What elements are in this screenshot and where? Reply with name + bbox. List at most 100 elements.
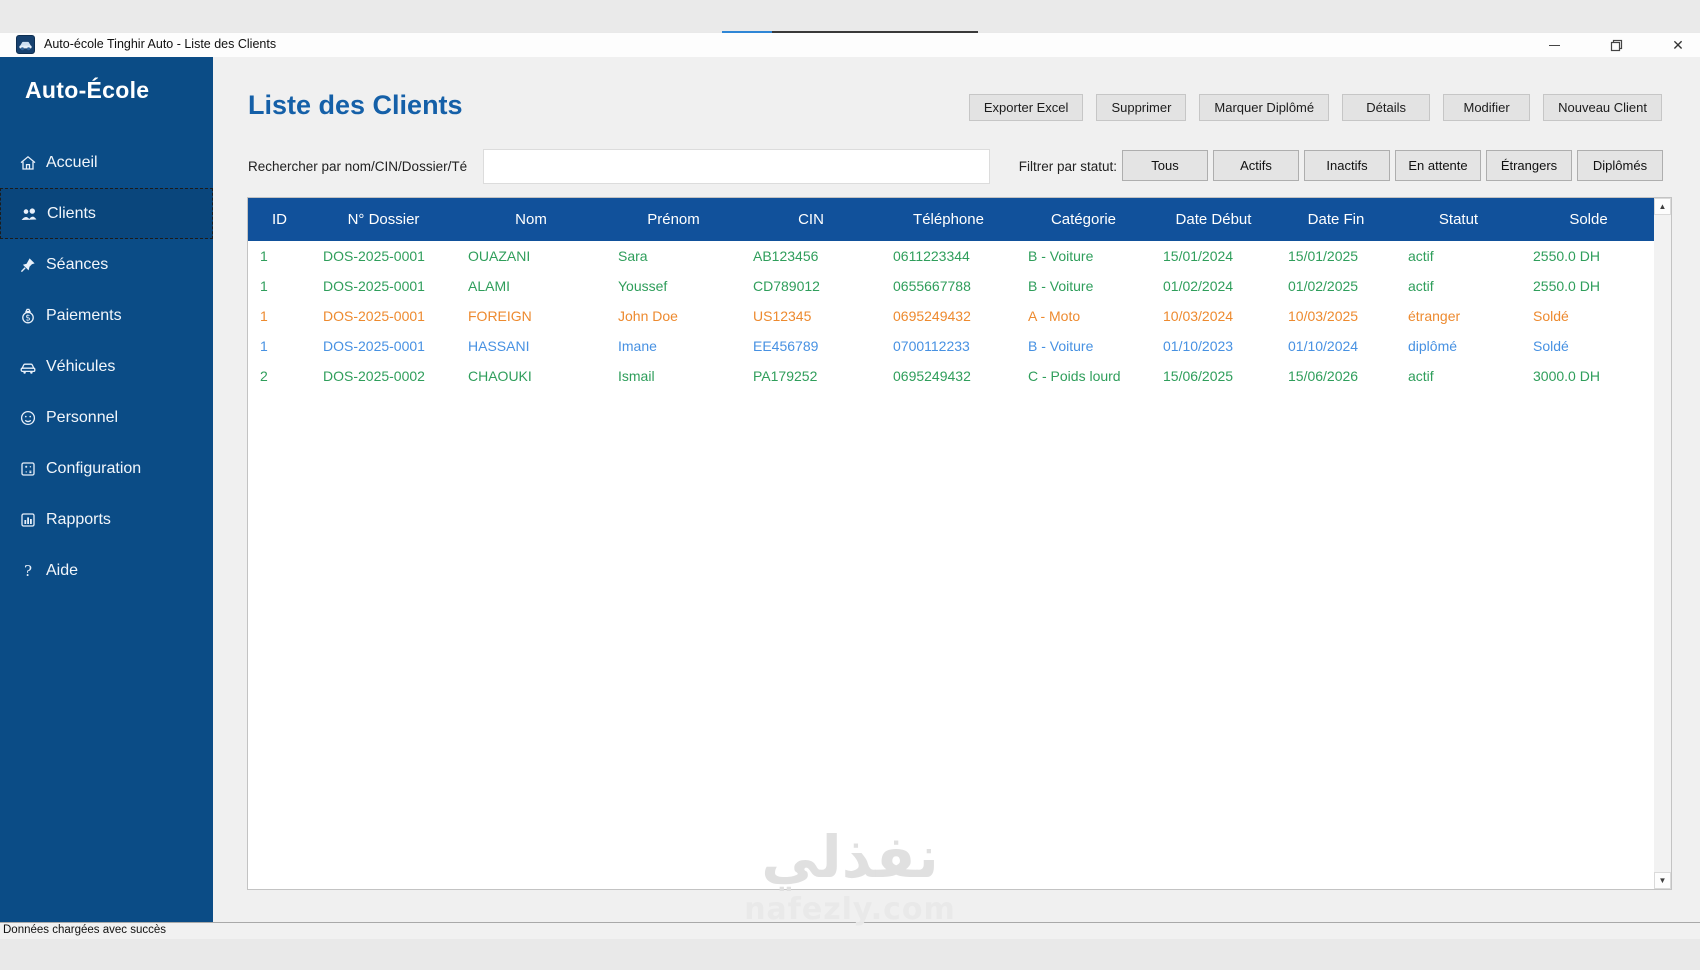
cell-date-debut: 15/06/2025 bbox=[1163, 368, 1234, 384]
cell-cin: CD789012 bbox=[753, 278, 820, 294]
column-header-date-debut[interactable]: Date Début bbox=[1151, 198, 1276, 241]
column-header-date-fin[interactable]: Date Fin bbox=[1276, 198, 1396, 241]
new-client-button[interactable]: Nouveau Client bbox=[1543, 94, 1662, 121]
table-row[interactable]: 1 DOS-2025-0001 ALAMI Youssef CD789012 0… bbox=[248, 271, 1656, 301]
money-icon: $ bbox=[19, 307, 37, 325]
cell-statut: actif bbox=[1408, 248, 1434, 264]
cell-solde: 2550.0 DH bbox=[1533, 248, 1600, 264]
chart-icon bbox=[19, 511, 37, 529]
minimize-button[interactable] bbox=[1540, 34, 1568, 56]
cell-dossier: DOS-2025-0001 bbox=[323, 338, 425, 354]
sidebar: Auto-École Accueil Clients Séances $ Pai… bbox=[0, 57, 213, 922]
sidebar-item-vehicules[interactable]: Véhicules bbox=[0, 341, 213, 392]
cell-date-fin: 01/10/2024 bbox=[1288, 338, 1359, 354]
cell-prenom: Ismail bbox=[618, 368, 655, 384]
sidebar-nav: Accueil Clients Séances $ Paiements Véhi… bbox=[0, 137, 213, 596]
sidebar-item-label: Paiements bbox=[46, 306, 122, 324]
mark-graduated-button[interactable]: Marquer Diplômé bbox=[1199, 94, 1330, 121]
sidebar-item-label: Véhicules bbox=[46, 357, 116, 375]
search-input[interactable] bbox=[483, 149, 990, 184]
cell-statut: actif bbox=[1408, 368, 1434, 384]
window-titlebar[interactable]: Auto-école Tinghir Auto - Liste des Clie… bbox=[0, 33, 1700, 57]
sidebar-item-label: Clients bbox=[47, 204, 96, 222]
cell-statut: étranger bbox=[1408, 308, 1461, 324]
cell-categorie: A - Moto bbox=[1028, 308, 1081, 324]
cell-nom: CHAOUKI bbox=[468, 368, 532, 384]
status-message: Données chargées avec succès bbox=[3, 924, 167, 936]
details-button[interactable]: Détails bbox=[1342, 94, 1431, 121]
sidebar-item-personnel[interactable]: Personnel bbox=[0, 392, 213, 443]
close-button[interactable]: ✕ bbox=[1664, 34, 1692, 56]
filter-tous-button[interactable]: Tous bbox=[1122, 150, 1208, 181]
sidebar-item-label: Configuration bbox=[46, 459, 142, 477]
cell-dossier: DOS-2025-0001 bbox=[323, 278, 425, 294]
sidebar-item-aide[interactable]: ? Aide bbox=[0, 545, 213, 596]
filter-diplomes-button[interactable]: Diplômés bbox=[1577, 150, 1663, 181]
cell-nom: HASSANI bbox=[468, 338, 530, 354]
app-window: Auto-école Tinghir Auto - Liste des Clie… bbox=[0, 0, 1700, 970]
svg-text:?: ? bbox=[24, 562, 32, 580]
table-row[interactable]: 1 DOS-2025-0001 HASSANI Imane EE456789 0… bbox=[248, 331, 1656, 361]
filter-label: Filtrer par statut: bbox=[1018, 159, 1117, 174]
column-header-id[interactable]: ID bbox=[248, 198, 311, 241]
cell-dossier: DOS-2025-0001 bbox=[323, 308, 425, 324]
cell-id: 1 bbox=[260, 338, 268, 354]
sidebar-item-configuration[interactable]: Configuration bbox=[0, 443, 213, 494]
column-header-solde[interactable]: Solde bbox=[1521, 198, 1656, 241]
filter-en-attente-button[interactable]: En attente bbox=[1395, 150, 1481, 181]
sidebar-item-rapports[interactable]: Rapports bbox=[0, 494, 213, 545]
status-filters: Tous Actifs Inactifs En attente Étranger… bbox=[1122, 150, 1663, 181]
table-row[interactable]: 2 DOS-2025-0002 CHAOUKI Ismail PA179252 … bbox=[248, 361, 1656, 391]
cell-telephone: 0700112233 bbox=[893, 338, 970, 354]
column-header-dossier[interactable]: N° Dossier bbox=[311, 198, 456, 241]
cell-solde: 2550.0 DH bbox=[1533, 278, 1600, 294]
sidebar-item-paiements[interactable]: $ Paiements bbox=[0, 290, 213, 341]
cell-id: 1 bbox=[260, 308, 268, 324]
restore-button[interactable] bbox=[1602, 34, 1630, 56]
cell-cin: AB123456 bbox=[753, 248, 819, 264]
status-bar: Données chargées avec succès bbox=[0, 922, 1700, 939]
column-header-prenom[interactable]: Prénom bbox=[606, 198, 741, 241]
filter-actifs-button[interactable]: Actifs bbox=[1213, 150, 1299, 181]
column-header-cin[interactable]: CIN bbox=[741, 198, 881, 241]
sidebar-item-seances[interactable]: Séances bbox=[0, 239, 213, 290]
person-icon bbox=[19, 409, 37, 427]
edit-button[interactable]: Modifier bbox=[1443, 94, 1531, 121]
help-icon: ? bbox=[19, 562, 37, 580]
cell-nom: ALAMI bbox=[468, 278, 511, 294]
export-excel-button[interactable]: Exporter Excel bbox=[968, 94, 1084, 121]
pin-icon bbox=[19, 256, 37, 274]
cell-statut: actif bbox=[1408, 278, 1434, 294]
window-controls: ✕ bbox=[1540, 33, 1692, 57]
scroll-up-icon[interactable]: ▲ bbox=[1654, 198, 1671, 215]
cell-solde: Soldé bbox=[1533, 338, 1569, 354]
scroll-down-icon[interactable]: ▼ bbox=[1654, 872, 1671, 889]
cell-solde: 3000.0 DH bbox=[1533, 368, 1600, 384]
cell-date-debut: 01/02/2024 bbox=[1163, 278, 1234, 294]
main-content: Liste des Clients Exporter Excel Supprim… bbox=[213, 57, 1700, 922]
search-label: Rechercher par nom/CIN/Dossier/Té bbox=[248, 159, 468, 174]
cell-date-fin: 15/06/2026 bbox=[1288, 368, 1359, 384]
sidebar-item-label: Personnel bbox=[46, 408, 119, 426]
cell-date-fin: 01/02/2025 bbox=[1288, 278, 1359, 294]
table-row[interactable]: 1 DOS-2025-0001 OUAZANI Sara AB123456 06… bbox=[248, 241, 1656, 271]
sidebar-item-label: Accueil bbox=[46, 153, 98, 171]
table-row[interactable]: 1 DOS-2025-0001 FOREIGN John Doe US12345… bbox=[248, 301, 1656, 331]
filter-inactifs-button[interactable]: Inactifs bbox=[1304, 150, 1390, 181]
column-header-telephone[interactable]: Téléphone bbox=[881, 198, 1016, 241]
cell-prenom: Youssef bbox=[618, 278, 668, 294]
filter-etrangers-button[interactable]: Étrangers bbox=[1486, 150, 1572, 181]
column-header-categorie[interactable]: Catégorie bbox=[1016, 198, 1151, 241]
column-header-nom[interactable]: Nom bbox=[456, 198, 606, 241]
sidebar-item-accueil[interactable]: Accueil bbox=[0, 137, 213, 188]
cell-cin: PA179252 bbox=[753, 368, 818, 384]
cell-prenom: John Doe bbox=[618, 308, 678, 324]
sidebar-item-label: Séances bbox=[46, 255, 109, 273]
sidebar-item-clients[interactable]: Clients bbox=[0, 188, 213, 239]
delete-button[interactable]: Supprimer bbox=[1096, 94, 1187, 121]
clients-icon bbox=[20, 205, 38, 223]
cell-dossier: DOS-2025-0002 bbox=[323, 368, 425, 384]
cell-telephone: 0655667788 bbox=[893, 278, 971, 294]
column-header-statut[interactable]: Statut bbox=[1396, 198, 1521, 241]
vertical-scrollbar[interactable]: ▲ ▼ bbox=[1654, 198, 1671, 889]
